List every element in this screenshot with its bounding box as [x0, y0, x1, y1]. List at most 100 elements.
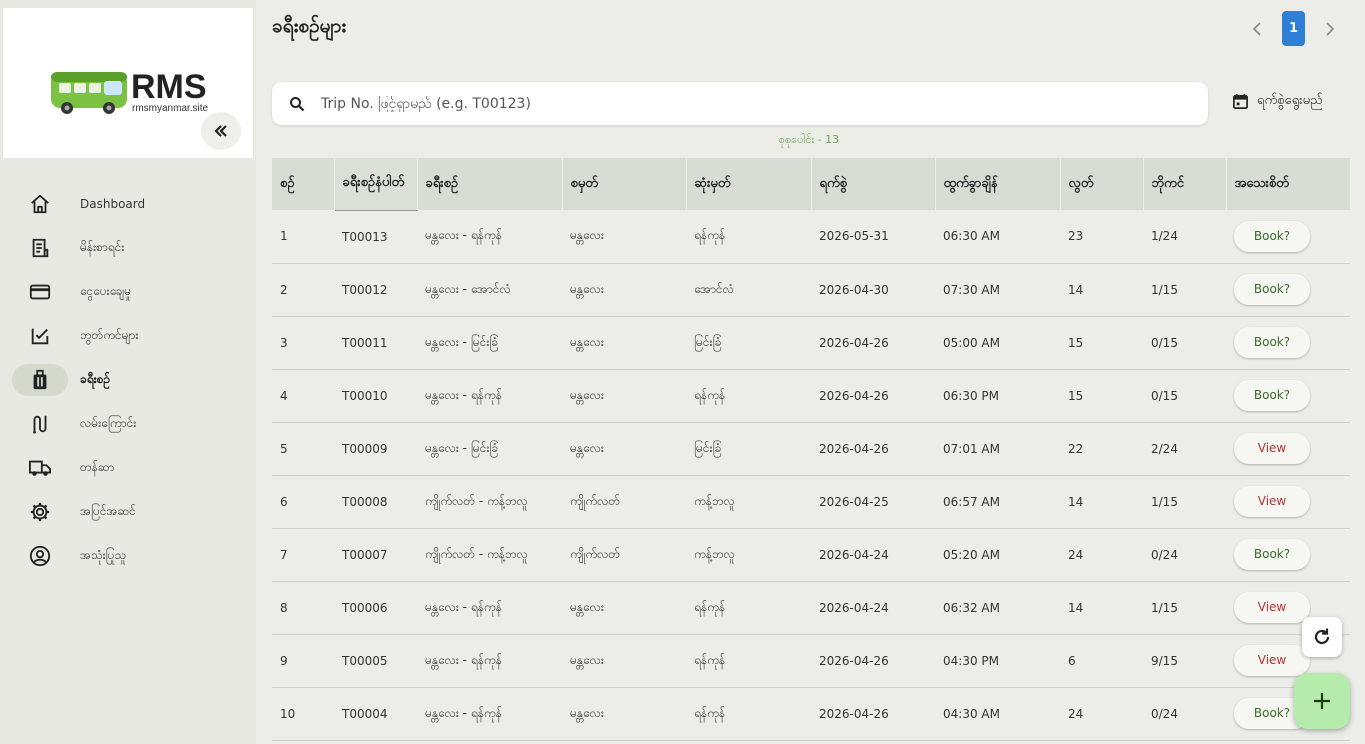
cell-destination: ရန်ကုန်: [686, 687, 811, 741]
cell-index: 2: [272, 263, 334, 317]
cell-date: 2026-04-26: [811, 369, 935, 423]
sidebar-item-label: ဘွတ်ကင်များ: [80, 328, 139, 342]
cell-booked: 1/15: [1143, 475, 1226, 529]
luggage-icon: [12, 364, 68, 396]
cell-departure-time: 06:57 AM: [935, 475, 1060, 529]
table-header-row: စဉ် ခရီးစဉ်နံပါတ် ခရီးစဉ် စမှတ် ဆုံးမှတ်…: [272, 158, 1351, 211]
plus-icon: [1314, 693, 1330, 709]
search-icon: [289, 96, 305, 112]
column-header-origin[interactable]: စမှတ်: [562, 158, 687, 210]
sidebar-item-bookings[interactable]: ဘွတ်ကင်များ: [12, 314, 248, 358]
cell-trip-no: T00013: [334, 210, 417, 264]
column-header-booked[interactable]: ဘိုကင်: [1143, 158, 1227, 210]
cell-trip-no: T00009: [334, 422, 417, 476]
view-trip-button[interactable]: View: [1234, 486, 1310, 517]
table-row: 2 T00012 မန္တလေး - အောင်လံ မန္တလေး အောင်လံ 20…: [272, 263, 1350, 317]
column-header-date[interactable]: ရက်စွဲ: [811, 158, 936, 210]
cell-index: 9: [272, 634, 334, 688]
cell-origin: ကျိုက်လတ်: [562, 475, 686, 529]
cell-destination: ရန်ကုန်: [686, 210, 811, 264]
cell-destination: ကန့်ဘလူ: [686, 475, 811, 529]
cell-available: 15: [1060, 369, 1143, 423]
cell-origin: မန္တလေး: [562, 263, 686, 317]
table-body: 1 T00013 မန္တလေး - ရန်ကုန် မန္တလေး ရန်ကုန် 20…: [272, 210, 1350, 741]
truck-icon: [26, 455, 54, 481]
checklist-icon: [26, 323, 54, 349]
cell-trip: မန္တလေး - မြင်းခြံ: [417, 422, 562, 476]
refresh-button[interactable]: [1302, 617, 1342, 657]
cell-trip-no: T00006: [334, 581, 417, 635]
view-trip-button[interactable]: View: [1234, 645, 1310, 676]
cell-trip-no: T00010: [334, 369, 417, 423]
cell-date: 2026-04-25: [811, 475, 935, 529]
cell-trip: မန္တလေး - ရန်ကုန်: [417, 581, 562, 635]
cell-date: 2026-04-26: [811, 422, 935, 476]
column-header-trip-no[interactable]: ခရီးစဉ်နံပါတ်: [334, 158, 418, 211]
sidebar-item-users[interactable]: အသုံးပြုသူ: [12, 534, 248, 578]
cell-available: 23: [1060, 210, 1143, 264]
sidebar-item-invoices[interactable]: မိန်းစာရင်း: [12, 226, 248, 270]
view-trip-button[interactable]: View: [1234, 592, 1310, 623]
trips-table: စဉ် ခရီးစဉ်နံပါတ် ခရီးစဉ် စမှတ် ဆုံးမှတ်…: [272, 158, 1351, 741]
column-header-available[interactable]: လွတ်: [1060, 158, 1144, 210]
sidebar-item-label: ခရီးစဉ်: [80, 372, 111, 386]
column-header-details[interactable]: အသေးစိတ်: [1226, 158, 1351, 210]
cell-index: 6: [272, 475, 334, 529]
cell-date: 2026-04-30: [811, 263, 935, 317]
table-row: 7 T00007 ကျိုက်လတ် - ကန့်ဘလူ ကျိုက်လတ် ကန့်ဘ…: [272, 528, 1350, 582]
cell-details: Book?: [1226, 263, 1350, 317]
credit-card-icon: [26, 279, 54, 305]
cell-trip: မန္တလေး - မြင်းခြံ: [417, 316, 562, 370]
sidebar-item-settings[interactable]: အပြင်အဆင်: [12, 490, 248, 534]
column-header-trip[interactable]: ခရီးစဉ်: [417, 158, 563, 210]
cell-destination: ရန်ကုန်: [686, 581, 811, 635]
rms-logo: RMS rmsmyanmar.site: [51, 68, 209, 114]
cell-trip-no: T00005: [334, 634, 417, 688]
cell-index: 5: [272, 422, 334, 476]
cell-index: 3: [272, 316, 334, 370]
next-page-button[interactable]: [1317, 12, 1343, 46]
book-trip-button[interactable]: Book?: [1234, 327, 1310, 358]
cell-booked: 0/24: [1143, 528, 1226, 582]
cell-trip: မန္တလေး - အောင်လံ: [417, 263, 562, 317]
cell-departure-time: 07:01 AM: [935, 422, 1060, 476]
cell-booked: 0/15: [1143, 316, 1226, 370]
cell-departure-time: 06:30 AM: [935, 210, 1060, 264]
sidebar-item-routes[interactable]: လမ်းကြောင်း: [12, 402, 248, 446]
column-header-departure-time[interactable]: ထွက်ခွာချိန်: [935, 158, 1061, 210]
sidebar: RMS rmsmyanmar.site Dashboard မိန်းစာရင်…: [0, 0, 256, 744]
route-icon: [26, 411, 54, 437]
book-trip-button[interactable]: Book?: [1234, 274, 1310, 305]
cell-departure-time: 05:20 AM: [935, 528, 1060, 582]
sidebar-item-vehicles[interactable]: တန်ဆာ: [12, 446, 248, 490]
cell-trip: ကျိုက်လတ် - ကန့်ဘလူ: [417, 528, 562, 582]
book-trip-button[interactable]: Book?: [1234, 380, 1310, 411]
view-trip-button[interactable]: View: [1234, 433, 1310, 464]
page-number-current[interactable]: 1: [1282, 11, 1305, 46]
cell-index: 4: [272, 369, 334, 423]
add-trip-button[interactable]: [1294, 673, 1350, 729]
table-row: 6 T00008 ကျိုက်လတ် - ကန့်ဘလူ ကျိုက်လတ် ကန့်ဘ…: [272, 475, 1350, 529]
cell-departure-time: 05:00 AM: [935, 316, 1060, 370]
sidebar-item-trips[interactable]: ခရီးစဉ်: [12, 358, 248, 402]
book-trip-button[interactable]: Book?: [1234, 220, 1310, 252]
cell-departure-time: 04:30 AM: [935, 687, 1060, 741]
sidebar-item-dashboard[interactable]: Dashboard: [12, 182, 248, 226]
column-header-index[interactable]: စဉ်: [272, 158, 335, 210]
table-row: 8 T00006 မန္တလေး - ရန်ကုန် မန္တလေး ရန်ကုန် 20…: [272, 581, 1350, 635]
table-row: 9 T00005 မန္တလေး - ရန်ကုန် မန္တလေး ရန်ကုန် 20…: [272, 634, 1350, 688]
sidebar-item-label: လမ်းကြောင်း: [80, 416, 137, 430]
cell-departure-time: 07:30 AM: [935, 263, 1060, 317]
column-header-destination[interactable]: ဆုံးမှတ်: [686, 158, 812, 210]
cell-origin: မန္တလေး: [562, 422, 686, 476]
date-filter-button[interactable]: ရက်စွဲရွေးမည်: [1232, 92, 1323, 111]
cell-date: 2026-04-24: [811, 581, 935, 635]
cell-booked: 0/24: [1143, 687, 1226, 741]
table-row: 10 T00004 မန္တလေး - ရန်ကုန် မန္တလေး ရန်ကုန် 2…: [272, 687, 1350, 741]
book-trip-button[interactable]: Book?: [1234, 539, 1310, 570]
sidebar-item-payments[interactable]: ငွေပေးချေမှု: [12, 270, 248, 314]
cell-origin: ကျိုက်လတ်: [562, 528, 686, 582]
prev-page-button[interactable]: [1244, 12, 1270, 46]
search-input[interactable]: [321, 95, 1181, 112]
cell-trip: မန္တလေး - ရန်ကုန်: [417, 369, 562, 423]
